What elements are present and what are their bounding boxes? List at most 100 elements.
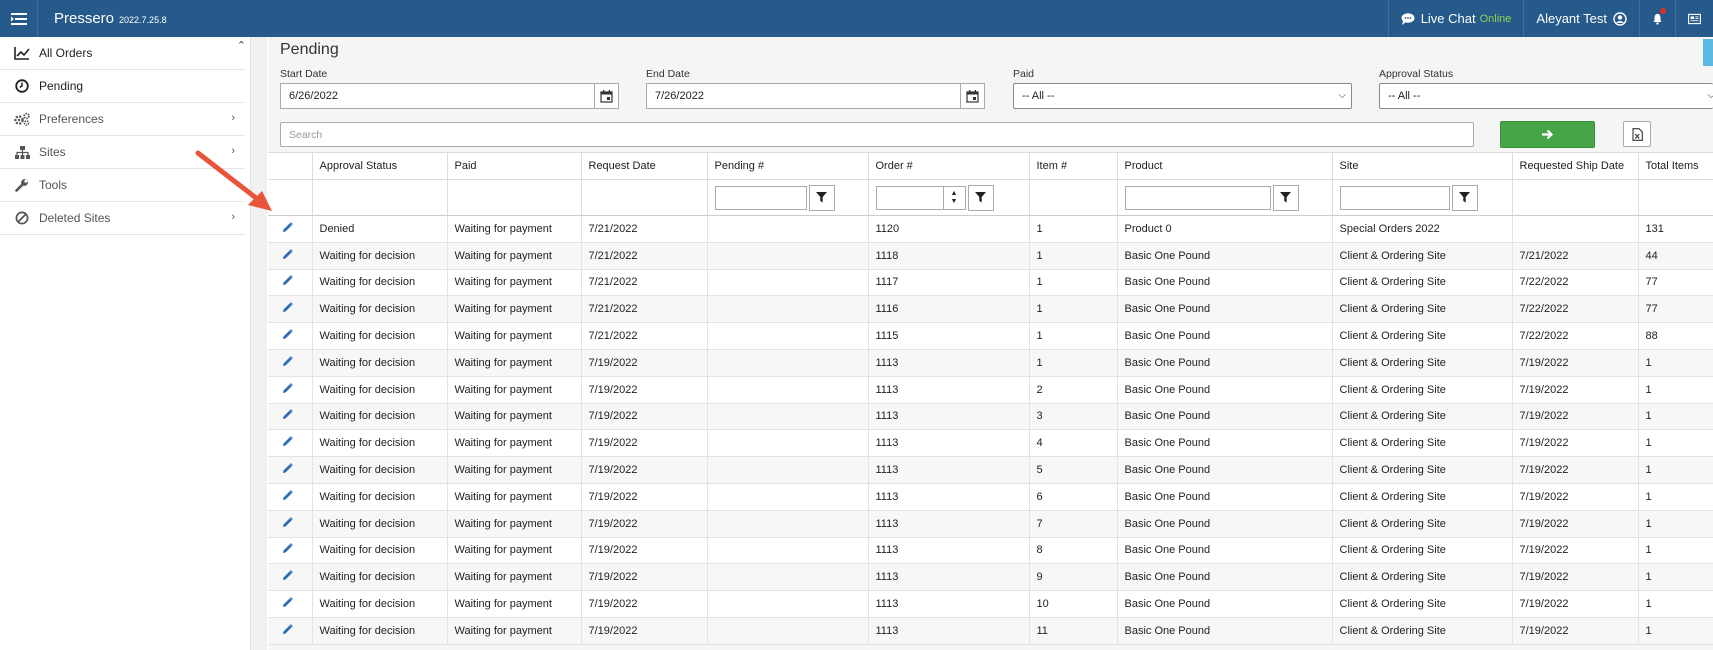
- paid-select[interactable]: -- All -- ⌵: [1013, 83, 1352, 109]
- pencil-icon[interactable]: [282, 516, 293, 528]
- column-header-request-date[interactable]: Request Date: [581, 152, 708, 180]
- search-input[interactable]: Search: [280, 122, 1474, 147]
- table-row[interactable]: Waiting for decision Waiting for payment 7…: [268, 537, 1713, 565]
- spinner-down-icon[interactable]: ▼: [951, 198, 958, 206]
- cell-request-date: 7/19/2022: [581, 537, 708, 565]
- site-filter-button[interactable]: [1451, 184, 1478, 211]
- pencil-icon[interactable]: [282, 302, 293, 313]
- apply-filters-button[interactable]: [1500, 121, 1595, 148]
- filter-cell: [1117, 179, 1333, 216]
- pencil-icon[interactable]: [282, 248, 293, 260]
- pencil-icon[interactable]: [282, 275, 293, 286]
- sidebar-scrollbar[interactable]: [250, 37, 267, 650]
- cell-request-date: 7/21/2022: [581, 269, 708, 297]
- cell-item-number: 5: [1029, 456, 1118, 484]
- cell-order-number: 1113: [868, 537, 1030, 565]
- site-filter-input[interactable]: [1339, 185, 1450, 210]
- cell-item-number: 3: [1029, 403, 1118, 431]
- table-row[interactable]: Waiting for decision Waiting for payment 7…: [268, 322, 1713, 350]
- pencil-icon[interactable]: [282, 356, 293, 367]
- order-number-filter-button[interactable]: [967, 184, 994, 211]
- pencil-icon[interactable]: [282, 543, 293, 554]
- user-menu-button[interactable]: Aleyant Test: [1523, 0, 1639, 37]
- table-row[interactable]: Waiting for decision Waiting for payment 7…: [268, 483, 1713, 511]
- table-row[interactable]: Waiting for decision Waiting for payment 7…: [268, 376, 1713, 404]
- cell-order-number: 1113: [868, 617, 1030, 645]
- cell-request-date: 7/21/2022: [581, 242, 708, 270]
- cell-order-number: 1113: [868, 590, 1030, 618]
- pencil-icon[interactable]: [282, 570, 293, 581]
- cell-paid: Waiting for payment: [447, 483, 582, 511]
- calendar-icon[interactable]: [960, 84, 984, 108]
- clock-icon: [12, 79, 32, 93]
- pending-number-filter-button[interactable]: [808, 184, 835, 211]
- cell-product: Basic One Pound: [1117, 617, 1333, 645]
- wrench-icon: [12, 178, 32, 192]
- side-panel-tab[interactable]: [1703, 39, 1713, 66]
- column-header-total-items[interactable]: Total Items: [1638, 152, 1713, 180]
- notifications-button[interactable]: [1639, 0, 1675, 37]
- cell-approval-status: Waiting for decision: [312, 295, 448, 324]
- end-date-field[interactable]: 7/26/2022: [646, 83, 985, 109]
- pending-number-filter-input[interactable]: [714, 185, 807, 210]
- chevron-right-icon: ›: [231, 112, 235, 124]
- sidebar-item-deleted-sites[interactable]: Deleted Sites ›: [0, 202, 245, 235]
- sidebar-item-sites[interactable]: Sites ›: [0, 136, 245, 169]
- table-row[interactable]: Waiting for decision Waiting for payment 7…: [268, 403, 1713, 431]
- order-number-filter-input[interactable]: [875, 185, 944, 210]
- approval-status-select[interactable]: -- All -- ⌵: [1379, 83, 1713, 109]
- cell-site: Client & Ordering Site: [1332, 483, 1513, 511]
- product-filter-input[interactable]: [1124, 185, 1271, 210]
- cell-site: Client & Ordering Site: [1332, 563, 1513, 592]
- table-row[interactable]: Waiting for decision Waiting for payment 7…: [268, 563, 1713, 592]
- cell-approval-status: Waiting for decision: [312, 403, 448, 431]
- product-filter-button[interactable]: [1272, 184, 1299, 211]
- pencil-icon[interactable]: [282, 597, 293, 608]
- table-row[interactable]: Waiting for decision Waiting for payment 7…: [268, 295, 1713, 324]
- table-row[interactable]: Waiting for decision Waiting for payment 7…: [268, 590, 1713, 618]
- calendar-icon[interactable]: [594, 84, 618, 108]
- column-header-pending-number[interactable]: Pending #: [707, 152, 869, 180]
- cell-approval-status: Waiting for decision: [312, 269, 448, 297]
- table-row[interactable]: Waiting for decision Waiting for payment 7…: [268, 510, 1713, 538]
- sidebar-item-preferences[interactable]: Preferences ›: [0, 103, 245, 136]
- cell-paid: Waiting for payment: [447, 563, 582, 592]
- order-number-spinner[interactable]: ▲ ▼: [943, 185, 966, 210]
- table-row[interactable]: Denied Waiting for payment 7/21/2022 1120 1 P…: [268, 215, 1713, 243]
- edit-cell: [268, 456, 313, 484]
- table-row[interactable]: Waiting for decision Waiting for payment 7…: [268, 429, 1713, 458]
- sidebar-item-pending[interactable]: Pending: [0, 70, 245, 103]
- start-date-field[interactable]: 6/26/2022: [280, 83, 619, 109]
- cell-pending-number: [707, 322, 869, 350]
- pencil-icon[interactable]: [282, 624, 293, 635]
- pencil-icon[interactable]: [282, 409, 293, 420]
- sidebar-item-all-orders[interactable]: All Orders: [0, 37, 245, 70]
- pencil-icon[interactable]: [282, 382, 293, 394]
- column-header-site[interactable]: Site: [1332, 152, 1513, 180]
- news-button[interactable]: [1675, 0, 1713, 37]
- export-excel-button[interactable]: [1623, 121, 1651, 147]
- table-row[interactable]: Waiting for decision Waiting for payment 7…: [268, 269, 1713, 297]
- spinner-up-icon[interactable]: ▲: [951, 190, 958, 198]
- pencil-icon[interactable]: [282, 329, 293, 340]
- cell-paid: Waiting for payment: [447, 322, 582, 350]
- menu-toggle-button[interactable]: [0, 0, 38, 37]
- cell-site: Special Orders 2022: [1332, 215, 1513, 243]
- table-row[interactable]: Waiting for decision Waiting for payment 7…: [268, 456, 1713, 484]
- pencil-icon[interactable]: [282, 436, 293, 447]
- table-row[interactable]: Waiting for decision Waiting for payment 7…: [268, 349, 1713, 377]
- column-header-order-number[interactable]: Order #: [868, 152, 1030, 180]
- table-row[interactable]: Waiting for decision Waiting for payment 7…: [268, 242, 1713, 270]
- column-header-item-number[interactable]: Item #: [1029, 152, 1118, 180]
- column-header-approval-status[interactable]: Approval Status: [312, 152, 448, 180]
- column-header-requested-ship-date[interactable]: Requested Ship Date: [1512, 152, 1639, 180]
- live-chat-button[interactable]: Live Chat Online: [1387, 0, 1524, 37]
- live-chat-status: Online: [1479, 12, 1512, 25]
- column-header-product[interactable]: Product: [1117, 152, 1333, 180]
- column-header-paid[interactable]: Paid: [447, 152, 582, 180]
- table-row[interactable]: Waiting for decision Waiting for payment 7…: [268, 617, 1713, 645]
- sidebar-item-tools[interactable]: Tools: [0, 169, 245, 202]
- pencil-icon[interactable]: [282, 463, 293, 474]
- pencil-icon[interactable]: [282, 490, 293, 501]
- pencil-icon[interactable]: [282, 222, 293, 233]
